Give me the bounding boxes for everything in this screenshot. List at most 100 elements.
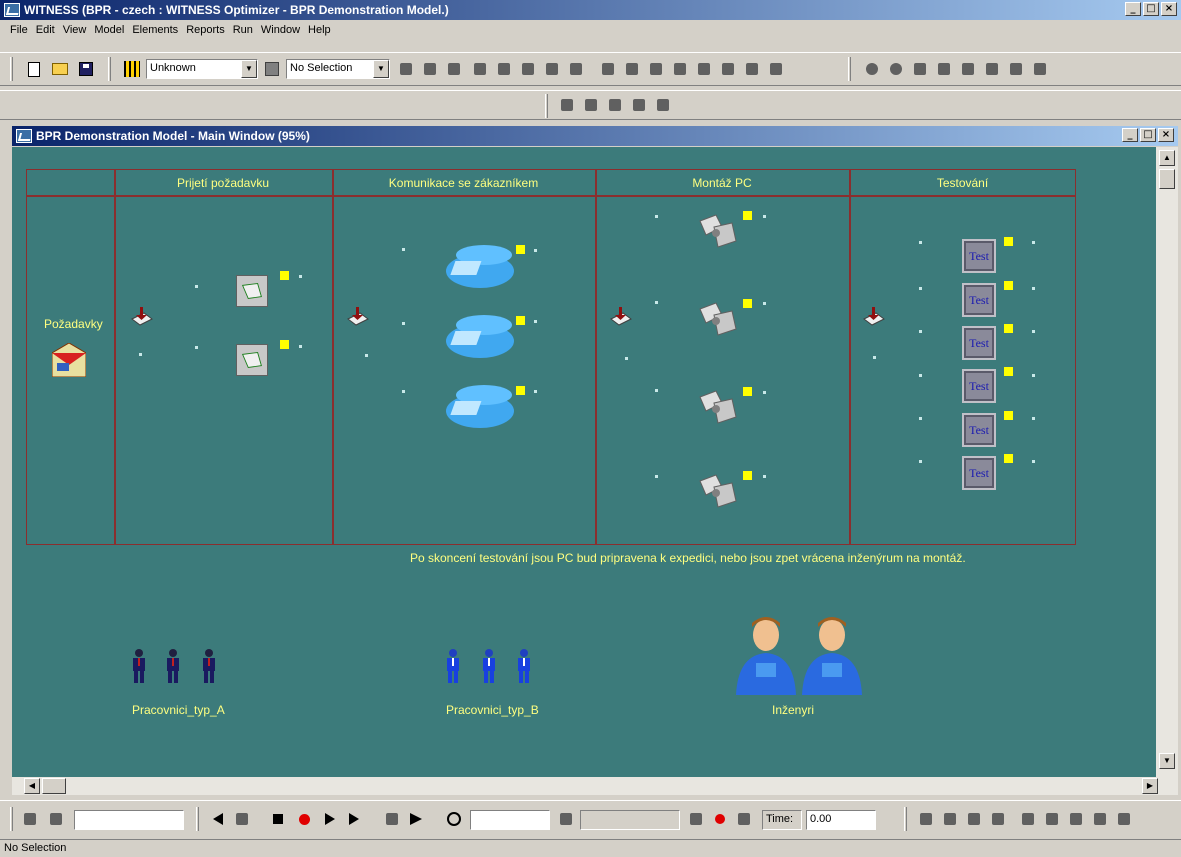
report-button[interactable] xyxy=(1066,809,1086,829)
menu-reports[interactable]: Reports xyxy=(182,24,229,36)
scroll-right-button[interactable]: ▶ xyxy=(1142,778,1158,794)
element-type-button[interactable] xyxy=(122,59,142,79)
maximize-button[interactable]: □ xyxy=(1140,128,1156,142)
tool-button[interactable] xyxy=(982,59,1002,79)
display-button[interactable] xyxy=(653,95,673,115)
receive-hand-icon[interactable] xyxy=(236,275,268,307)
command-input[interactable] xyxy=(74,810,184,830)
tool-button[interactable] xyxy=(670,59,690,79)
clock-button[interactable] xyxy=(444,809,464,829)
play-button[interactable] xyxy=(344,809,364,829)
menu-window[interactable]: Window xyxy=(257,24,304,36)
toolbar-grip[interactable] xyxy=(10,57,13,81)
toolbar-grip[interactable] xyxy=(196,807,199,831)
zoom-out-button[interactable] xyxy=(886,59,906,79)
tool-button[interactable] xyxy=(444,59,464,79)
engineer-icon[interactable] xyxy=(732,613,800,695)
test-station[interactable]: Test xyxy=(962,413,996,447)
test-station[interactable]: Test xyxy=(962,326,996,360)
assembly-tools-icon[interactable] xyxy=(696,213,740,249)
report-button[interactable] xyxy=(916,809,936,829)
step-button[interactable] xyxy=(320,809,340,829)
inbox-tray-icon[interactable] xyxy=(130,307,154,329)
close-button[interactable]: × xyxy=(1161,2,1177,16)
vertical-scrollbar[interactable]: ▲ ▼ xyxy=(1156,147,1178,777)
element-type-combo[interactable]: Unknown ▼ xyxy=(146,59,258,79)
tool-button[interactable] xyxy=(710,809,730,829)
tool-button[interactable] xyxy=(766,59,786,79)
test-station[interactable]: Test xyxy=(962,369,996,403)
tool-button[interactable] xyxy=(734,809,754,829)
maximize-button[interactable]: □ xyxy=(1143,2,1159,16)
toolbar-grip[interactable] xyxy=(10,807,13,831)
display-button[interactable] xyxy=(605,95,625,115)
report-button[interactable] xyxy=(1114,809,1134,829)
model-canvas[interactable]: Prijetí požadavku Komunikace se zákazník… xyxy=(12,147,1156,777)
rewind-button[interactable] xyxy=(208,809,228,829)
test-station[interactable]: Test xyxy=(962,239,996,273)
tool-button[interactable] xyxy=(396,59,416,79)
run-to-button[interactable] xyxy=(382,809,402,829)
menu-model[interactable]: Model xyxy=(90,24,128,36)
selection-combo[interactable]: No Selection ▼ xyxy=(286,59,390,79)
horizontal-scrollbar[interactable]: ◀ ▶ xyxy=(12,777,1178,795)
minimize-button[interactable]: _ xyxy=(1122,128,1138,142)
report-button[interactable] xyxy=(1018,809,1038,829)
run-until-input[interactable] xyxy=(470,810,550,830)
telephone-icon[interactable] xyxy=(444,243,516,289)
tool-button[interactable] xyxy=(694,59,714,79)
tool-button[interactable] xyxy=(1030,59,1050,79)
zoom-in-button[interactable] xyxy=(862,59,882,79)
scroll-thumb[interactable] xyxy=(42,778,66,794)
menu-run[interactable]: Run xyxy=(229,24,257,36)
toolbar-grip[interactable] xyxy=(904,807,907,831)
tool-button[interactable] xyxy=(420,59,440,79)
display-button[interactable] xyxy=(557,95,577,115)
telephone-icon[interactable] xyxy=(444,313,516,359)
stop-button[interactable] xyxy=(268,809,288,829)
tool-button[interactable] xyxy=(646,59,666,79)
tool-button[interactable] xyxy=(470,59,490,79)
tool-button[interactable] xyxy=(958,59,978,79)
worker-a-icon[interactable] xyxy=(200,649,218,683)
tool-button[interactable] xyxy=(1006,59,1026,79)
menu-view[interactable]: View xyxy=(59,24,91,36)
record-button[interactable] xyxy=(294,809,314,829)
inbox-tray-icon[interactable] xyxy=(346,307,370,329)
engineer-icon[interactable] xyxy=(798,613,866,695)
report-button[interactable] xyxy=(1042,809,1062,829)
report-button[interactable] xyxy=(964,809,984,829)
telephone-icon[interactable] xyxy=(444,383,516,429)
request-document-icon[interactable] xyxy=(52,343,86,377)
tool-button[interactable] xyxy=(46,809,66,829)
assembly-tools-icon[interactable] xyxy=(696,389,740,425)
speed-slider[interactable] xyxy=(580,810,680,830)
worker-b-icon[interactable] xyxy=(515,649,533,683)
toolbar-grip[interactable] xyxy=(108,57,111,81)
display-button[interactable] xyxy=(581,95,601,115)
tool-button[interactable] xyxy=(542,59,562,79)
select-button[interactable] xyxy=(262,59,282,79)
chevron-down-icon[interactable]: ▼ xyxy=(373,60,389,78)
new-button[interactable] xyxy=(24,59,44,79)
assembly-tools-icon[interactable] xyxy=(696,301,740,337)
tool-button[interactable] xyxy=(494,59,514,79)
toolbar-grip[interactable] xyxy=(545,94,548,118)
tool-button[interactable] xyxy=(622,59,642,79)
report-button[interactable] xyxy=(1090,809,1110,829)
menu-help[interactable]: Help xyxy=(304,24,335,36)
tool-button[interactable] xyxy=(598,59,618,79)
inbox-tray-icon[interactable] xyxy=(609,307,633,329)
chevron-down-icon[interactable]: ▼ xyxy=(241,60,257,78)
worker-b-icon[interactable] xyxy=(480,649,498,683)
tool-button[interactable] xyxy=(686,809,706,829)
menu-file[interactable]: File xyxy=(6,24,32,36)
tool-button[interactable] xyxy=(910,59,930,79)
worker-a-icon[interactable] xyxy=(164,649,182,683)
report-button[interactable] xyxy=(940,809,960,829)
menu-elements[interactable]: Elements xyxy=(128,24,182,36)
worker-a-icon[interactable] xyxy=(130,649,148,683)
tool-button[interactable] xyxy=(518,59,538,79)
inbox-tray-icon[interactable] xyxy=(862,307,886,329)
tool-button[interactable] xyxy=(718,59,738,79)
